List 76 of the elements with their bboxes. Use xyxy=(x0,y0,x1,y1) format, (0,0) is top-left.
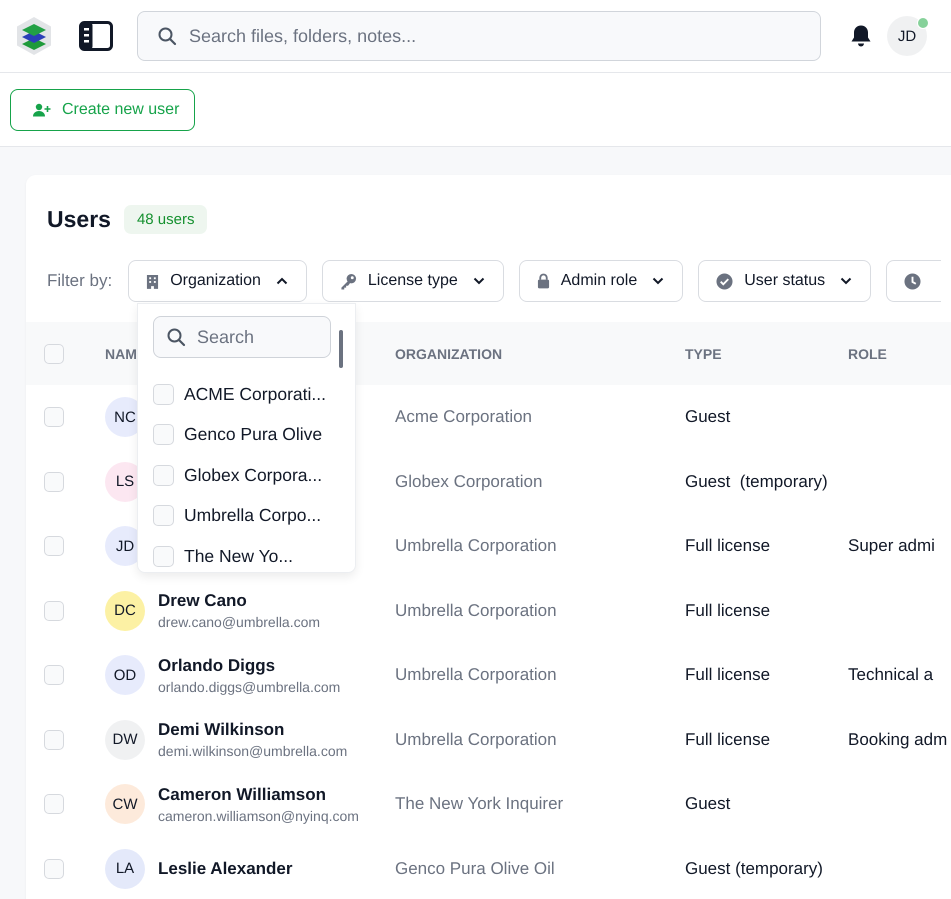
row-checkbox[interactable] xyxy=(44,472,64,492)
license-type-cell-text: Guest (temporary) xyxy=(685,472,829,492)
row-checkbox[interactable] xyxy=(44,536,64,556)
user-avatar: LA xyxy=(105,848,145,889)
user-avatar: DW xyxy=(105,720,145,760)
user-avatar: CW xyxy=(105,784,145,824)
dropdown-search-field[interactable]: Search xyxy=(153,316,331,358)
filter-dropdown[interactable] xyxy=(886,260,942,302)
user-avatar: DC xyxy=(105,590,145,631)
lock-icon xyxy=(536,273,550,289)
column-header: ROLE xyxy=(848,346,888,362)
filter-dropdown[interactable]: License type xyxy=(322,260,504,302)
chevron-up-icon xyxy=(276,277,288,285)
license-type-cell-text: Full license xyxy=(685,536,772,556)
select-all-checkbox[interactable] xyxy=(44,344,64,364)
filter-dropdown[interactable]: Organization xyxy=(128,260,307,302)
check-circle-icon xyxy=(716,272,734,290)
organization-cell-text: Umbrella Corporation xyxy=(395,536,558,556)
user-avatar: OD xyxy=(105,655,145,696)
row-checkbox[interactable] xyxy=(44,794,64,814)
license-type-cell-text: Guest (temporary) xyxy=(685,858,824,879)
organization-cell-text: Genco Pura Olive Oil xyxy=(395,858,556,879)
search-field[interactable]: Search files, folders, notes... xyxy=(137,11,821,61)
user-name: Cameron Williamson xyxy=(158,784,327,805)
column-header: NAM xyxy=(105,346,138,362)
users-title: Users xyxy=(47,206,111,232)
row-checkbox[interactable] xyxy=(44,407,64,428)
user-name: Demi Wilkinson xyxy=(158,720,286,740)
license-type-cell-text: Full license xyxy=(685,730,772,750)
user-avatar[interactable]: JD xyxy=(887,16,927,56)
chevron-down-icon xyxy=(840,277,852,285)
row-checkbox[interactable] xyxy=(44,665,64,686)
organization-option[interactable]: Umbrella Corpo... xyxy=(153,496,338,536)
organization-option[interactable]: Genco Pura Olive xyxy=(153,414,338,455)
user-email: orlando.diggs@umbrella.com xyxy=(158,678,342,695)
user-name: Drew Cano xyxy=(158,591,248,612)
building-icon xyxy=(146,274,160,288)
organization-option[interactable]: The New Yo... xyxy=(153,536,338,576)
clock-icon xyxy=(904,272,922,290)
organization-cell-text: Umbrella Corporation xyxy=(395,730,558,750)
license-type-cell-text: Full license xyxy=(685,665,772,686)
column-header: TYPE xyxy=(685,346,723,362)
row-checkbox[interactable] xyxy=(44,600,64,621)
user-count-badge: 48 users xyxy=(124,204,208,234)
logo-icon xyxy=(16,16,52,56)
filter-dropdown[interactable]: User status xyxy=(698,260,872,302)
organization-cell-text: Acme Corporation xyxy=(395,407,534,428)
add-user-icon xyxy=(33,102,51,116)
license-type-cell-text: Guest xyxy=(685,407,732,428)
role-cell-text: Super admi xyxy=(848,536,936,556)
key-icon xyxy=(340,272,357,290)
organization-cell-text: Umbrella Corporation xyxy=(395,600,558,621)
chevron-down-icon xyxy=(652,277,664,285)
notification-bell-icon[interactable] xyxy=(850,24,872,48)
license-type-cell-text: Full license xyxy=(685,600,772,621)
filter-label: Filter by: xyxy=(47,271,112,291)
row-checkbox[interactable] xyxy=(44,730,64,750)
scrollbar-thumb[interactable] xyxy=(339,330,343,368)
organization-cell-text: Globex Corporation xyxy=(395,472,544,492)
column-header: ORGANIZATION xyxy=(395,346,504,362)
user-email: demi.wilkinson@umbrella.com xyxy=(158,743,348,760)
organization-cell-text: Umbrella Corporation xyxy=(395,665,558,686)
role-cell-text: Booking adm xyxy=(848,730,948,750)
user-name: Leslie Alexander xyxy=(158,858,294,879)
chevron-down-icon xyxy=(472,277,485,285)
filter-dropdown[interactable]: Admin role xyxy=(518,260,684,302)
organization-cell-text: The New York Inquirer xyxy=(395,794,564,814)
role-cell-text: Technical a xyxy=(848,665,934,686)
license-type-cell-text: Guest xyxy=(685,794,732,814)
organization-option[interactable]: ACME Corporati... xyxy=(153,374,338,414)
sidebar-toggle-icon[interactable] xyxy=(79,21,113,51)
user-email: drew.cano@umbrella.com xyxy=(158,614,322,630)
user-email: cameron.williamson@nyinq.com xyxy=(158,808,360,824)
user-name: Orlando Diggs xyxy=(158,656,276,676)
organization-option[interactable]: Globex Corpora... xyxy=(153,455,338,496)
row-checkbox[interactable] xyxy=(44,858,64,879)
